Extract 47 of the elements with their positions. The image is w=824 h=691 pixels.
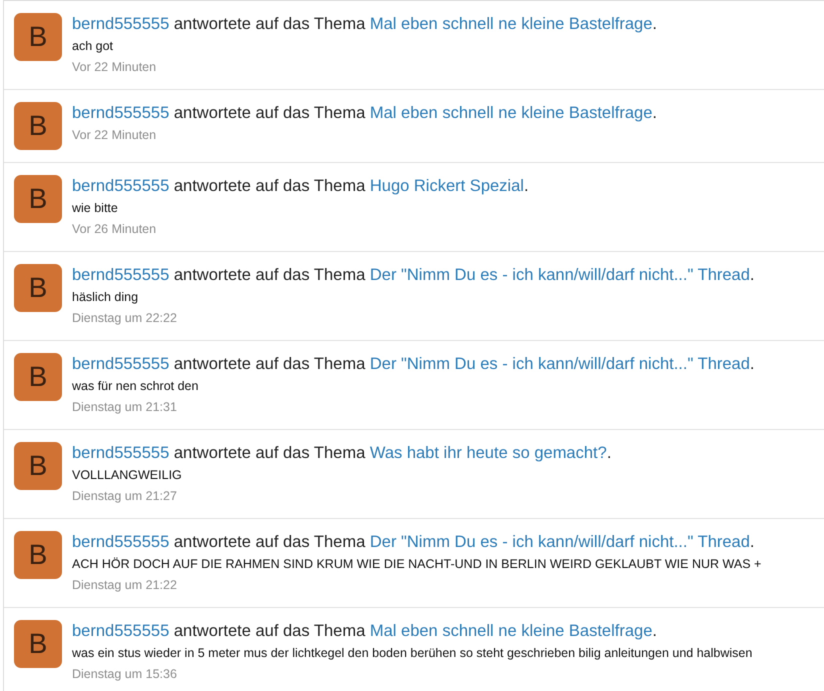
timestamp: Dienstag um 21:22 (72, 577, 178, 594)
avatar[interactable]: B (14, 531, 62, 579)
timestamp: Dienstag um 21:31 (72, 399, 178, 416)
avatar[interactable]: B (14, 353, 62, 401)
post-excerpt: was ein stus wieder in 5 meter mus der lichtkegel den boden berühen so steht geschrieben bilig anleitungen und halbwisen (72, 645, 752, 662)
post-excerpt: ach got (72, 38, 114, 55)
avatar[interactable]: B (14, 442, 62, 490)
post-excerpt: wie bitte (72, 200, 119, 217)
activity-title: bernd555555 antwortete auf das Thema Hugo Rickert Spezial. (72, 176, 529, 197)
username-link[interactable]: bernd555555 (72, 266, 170, 284)
username-link[interactable]: bernd555555 (72, 622, 170, 640)
activity-title: bernd555555 antwortete auf das Thema Der "Nimm Du es - ich kann/will/darf nicht..." Thread. (72, 265, 754, 286)
thread-link[interactable]: Der "Nimm Du es - ich kann/will/darf nicht..." Thread (370, 266, 750, 284)
activity-title: bernd555555 antwortete auf das Thema Der "Nimm Du es - ich kann/will/darf nicht..." Thread. (72, 354, 754, 375)
username-link[interactable]: bernd555555 (72, 104, 170, 122)
post-excerpt: was für nen schrot den (72, 378, 200, 395)
avatar[interactable]: B (14, 620, 62, 668)
timestamp: Dienstag um 15:36 (72, 666, 178, 683)
avatar[interactable]: B (14, 175, 62, 223)
avatar[interactable]: B (14, 102, 62, 150)
username-link[interactable]: bernd555555 (72, 533, 170, 551)
activity-title: bernd555555 antwortete auf das Thema Mal eben schnell ne kleine Bastelfrage. (72, 14, 657, 35)
timestamp: Dienstag um 22:22 (72, 310, 178, 327)
activity-title: bernd555555 antwortete auf das Thema Was habt ihr heute so gemacht?. (72, 443, 612, 464)
timestamp: Dienstag um 21:27 (72, 488, 178, 505)
timestamp: Vor 22 Minuten (72, 59, 158, 76)
thread-link[interactable]: Hugo Rickert Spezial (370, 177, 524, 195)
timestamp: Vor 26 Minuten (72, 221, 158, 238)
activity-title: bernd555555 antwortete auf das Thema Mal eben schnell ne kleine Bastelfrage. (72, 621, 658, 642)
avatar[interactable]: B (14, 264, 62, 312)
activity-title: bernd555555 antwortete auf das Thema Mal eben schnell ne kleine Bastelfrage. (72, 103, 657, 124)
username-link[interactable]: bernd555555 (72, 177, 170, 195)
username-link[interactable]: bernd555555 (72, 15, 170, 33)
username-link[interactable]: bernd555555 (72, 444, 170, 462)
post-excerpt: ACH HÖR DOCH AUF DIE RAHMEN SIND KRUM WIE DIE NACHT-UND IN BERLIN WEIRD GEKLAUBT WIE NUR WAS + (72, 556, 762, 573)
activity-title: bernd555555 antwortete auf das Thema Der "Nimm Du es - ich kann/will/darf nicht..." Thread. (72, 532, 756, 553)
thread-link[interactable]: Was habt ihr heute so gemacht? (370, 444, 607, 462)
thread-link[interactable]: Mal eben schnell ne kleine Bastelfrage (370, 15, 652, 33)
thread-link[interactable]: Der "Nimm Du es - ich kann/will/darf nicht..." Thread (370, 355, 750, 373)
post-excerpt: VOLLLANGWEILIG (72, 467, 183, 484)
thread-link[interactable]: Mal eben schnell ne kleine Bastelfrage (370, 622, 652, 640)
avatar[interactable]: B (14, 13, 62, 61)
username-link[interactable]: bernd555555 (72, 355, 170, 373)
thread-link[interactable]: Der "Nimm Du es - ich kann/will/darf nicht..." Thread (370, 533, 750, 551)
thread-link[interactable]: Mal eben schnell ne kleine Bastelfrage (370, 104, 652, 122)
timestamp: Vor 22 Minuten (72, 127, 158, 144)
post-excerpt: häslich ding (72, 289, 140, 306)
